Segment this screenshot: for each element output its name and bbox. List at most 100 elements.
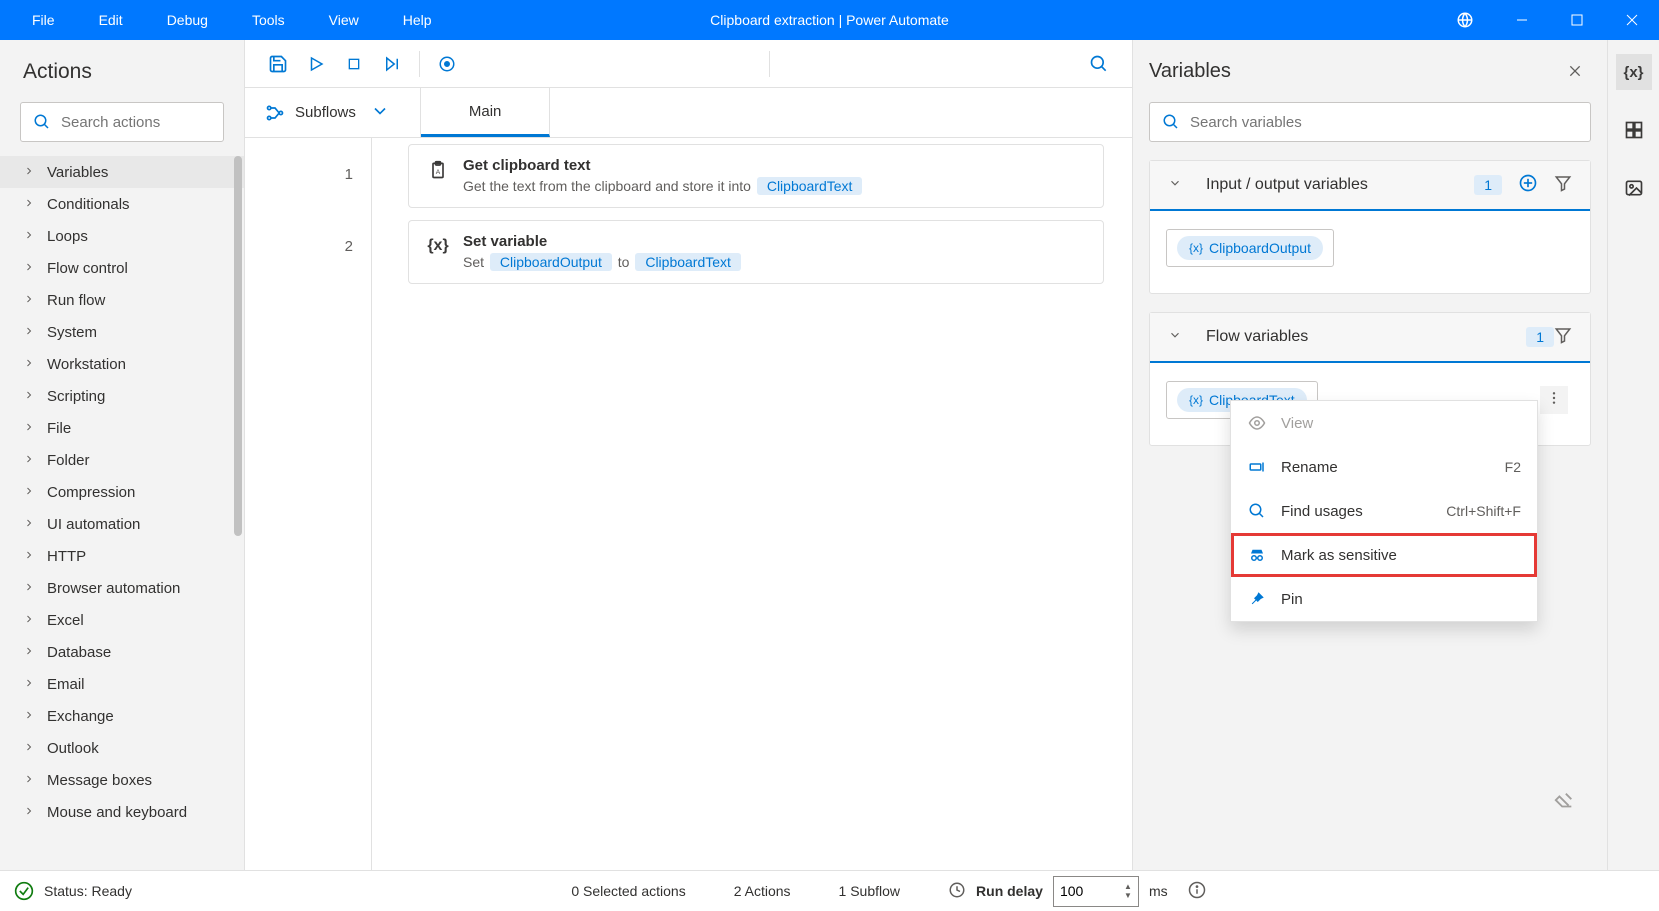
incognito-icon: [1247, 545, 1267, 565]
search-icon: [1162, 113, 1180, 131]
variables-search-input[interactable]: [1190, 114, 1578, 131]
close-button[interactable]: [1604, 0, 1659, 40]
action-step-2[interactable]: {x} Set variable Set ClipboardOutput to …: [408, 220, 1104, 284]
tab-main[interactable]: Main: [421, 88, 551, 137]
ctx-pin[interactable]: Pin: [1231, 577, 1537, 621]
menu-view[interactable]: View: [307, 0, 381, 40]
action-category-variables[interactable]: Variables: [0, 156, 244, 188]
action-category-exchange[interactable]: Exchange: [0, 700, 244, 732]
actions-category-list[interactable]: VariablesConditionalsLoopsFlow controlRu…: [0, 156, 244, 870]
ctx-rename[interactable]: RenameF2: [1231, 445, 1537, 489]
add-variable-button[interactable]: [1518, 173, 1538, 197]
action-category-folder[interactable]: Folder: [0, 444, 244, 476]
menu-tools[interactable]: Tools: [230, 0, 307, 40]
variable-chip: ClipboardText: [757, 177, 863, 195]
step-name: Set variable: [463, 233, 743, 250]
ctx-mark-as-sensitive[interactable]: Mark as sensitive: [1231, 533, 1537, 577]
recorder-button[interactable]: [428, 45, 466, 83]
maximize-button[interactable]: [1549, 0, 1604, 40]
info-icon[interactable]: [1188, 881, 1206, 902]
action-category-mouse-and-keyboard[interactable]: Mouse and keyboard: [0, 796, 244, 828]
chevron-right-icon: [23, 260, 35, 277]
subflow-icon: [265, 103, 285, 123]
spinner-arrows[interactable]: ▲▼: [1124, 883, 1132, 900]
chevron-right-icon: [23, 452, 35, 469]
clear-button[interactable]: [1553, 790, 1577, 814]
io-variables-section: Input / output variables 1 {x}ClipboardO…: [1149, 160, 1591, 294]
ctx-view: View: [1231, 401, 1537, 445]
scrollbar-thumb[interactable]: [234, 156, 242, 536]
environment-badge[interactable]: [1456, 11, 1474, 29]
delay-value-input[interactable]: [1060, 883, 1106, 899]
variable-token[interactable]: {x}ClipboardOutput: [1177, 236, 1323, 260]
action-category-file[interactable]: File: [0, 412, 244, 444]
menu-file[interactable]: File: [10, 0, 77, 40]
run-delay-input[interactable]: ▲▼: [1053, 876, 1139, 907]
action-category-ui-automation[interactable]: UI automation: [0, 508, 244, 540]
save-button[interactable]: [259, 45, 297, 83]
actions-search-input[interactable]: [61, 114, 260, 131]
variables-rail-button[interactable]: {x}: [1616, 54, 1652, 90]
action-category-browser-automation[interactable]: Browser automation: [0, 572, 244, 604]
run-delay-label: Run delay: [976, 883, 1043, 899]
stop-button[interactable]: [335, 45, 373, 83]
action-category-excel[interactable]: Excel: [0, 604, 244, 636]
menu-edit[interactable]: Edit: [77, 0, 145, 40]
action-category-email[interactable]: Email: [0, 668, 244, 700]
ui-elements-rail-button[interactable]: [1616, 112, 1652, 148]
action-category-run-flow[interactable]: Run flow: [0, 284, 244, 316]
clipboard-icon: A: [427, 159, 449, 181]
run-button[interactable]: [297, 45, 335, 83]
chevron-right-icon: [23, 356, 35, 373]
menu-debug[interactable]: Debug: [145, 0, 230, 40]
variable-chip: ClipboardOutput: [490, 253, 612, 271]
close-pane-button[interactable]: [1559, 55, 1591, 87]
chevron-right-icon: [23, 292, 35, 309]
chevron-right-icon: [23, 484, 35, 501]
action-category-database[interactable]: Database: [0, 636, 244, 668]
chevron-right-icon: [23, 580, 35, 597]
action-category-loops[interactable]: Loops: [0, 220, 244, 252]
search-icon: [1247, 501, 1267, 521]
chevron-right-icon: [23, 644, 35, 661]
designer-search-button[interactable]: [1080, 45, 1118, 83]
window-title: Clipboard extraction | Power Automate: [710, 12, 949, 28]
filter-button[interactable]: [1554, 326, 1572, 348]
run-next-button[interactable]: [373, 45, 411, 83]
status-text: Status: Ready: [44, 883, 132, 899]
action-category-http[interactable]: HTTP: [0, 540, 244, 572]
action-category-message-boxes[interactable]: Message boxes: [0, 764, 244, 796]
action-category-outlook[interactable]: Outlook: [0, 732, 244, 764]
action-category-system[interactable]: System: [0, 316, 244, 348]
action-category-scripting[interactable]: Scripting: [0, 380, 244, 412]
action-category-flow-control[interactable]: Flow control: [0, 252, 244, 284]
filter-button[interactable]: [1554, 174, 1572, 196]
menu-help[interactable]: Help: [381, 0, 454, 40]
variables-search[interactable]: [1149, 102, 1591, 142]
action-category-conditionals[interactable]: Conditionals: [0, 188, 244, 220]
status-bar: Status: Ready 0 Selected actions 2 Actio…: [0, 870, 1659, 911]
search-icon: [33, 113, 51, 131]
collapse-icon[interactable]: [1168, 176, 1182, 194]
chevron-right-icon: [23, 196, 35, 213]
actions-count: 2 Actions: [734, 883, 791, 899]
variable-field[interactable]: {x}ClipboardOutput: [1166, 229, 1334, 267]
action-category-workstation[interactable]: Workstation: [0, 348, 244, 380]
minimize-button[interactable]: [1494, 0, 1549, 40]
action-category-compression[interactable]: Compression: [0, 476, 244, 508]
variable-icon: {x}: [427, 235, 449, 257]
collapse-icon[interactable]: [1168, 328, 1182, 346]
action-step-1[interactable]: A Get clipboard text Get the text from t…: [408, 144, 1104, 208]
actions-search[interactable]: [20, 102, 224, 142]
designer-toolbar: [245, 40, 1132, 88]
ctx-find-usages[interactable]: Find usagesCtrl+Shift+F: [1231, 489, 1537, 533]
images-rail-button[interactable]: [1616, 170, 1652, 206]
subflows-dropdown[interactable]: Subflows: [245, 88, 421, 137]
subflow-bar: Subflows Main: [245, 88, 1132, 138]
chevron-right-icon: [23, 612, 35, 629]
chevron-right-icon: [23, 548, 35, 565]
more-options-button[interactable]: [1540, 386, 1568, 414]
chevron-right-icon: [23, 772, 35, 789]
variable-context-menu: ViewRenameF2Find usagesCtrl+Shift+FMark …: [1230, 400, 1538, 622]
count-badge: 1: [1526, 327, 1554, 347]
